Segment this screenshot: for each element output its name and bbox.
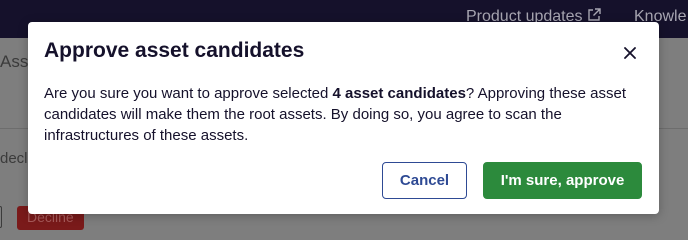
- external-link-icon: [587, 8, 601, 21]
- dialog-message-prefix: Are you sure you want to approve selecte…: [44, 85, 333, 102]
- background-filter-text: decl: [0, 150, 28, 167]
- cancel-button[interactable]: Cancel: [382, 162, 467, 199]
- dialog-title: Approve asset candidates: [44, 39, 305, 62]
- approve-button[interactable]: I'm sure, approve: [483, 162, 642, 199]
- dialog-message: Are you sure you want to approve selecte…: [44, 83, 644, 146]
- background-row-checkbox: [0, 206, 2, 228]
- approve-asset-candidates-dialog: Approve asset candidates Are you sure yo…: [28, 22, 659, 214]
- dialog-message-count: 4 asset candidates: [332, 85, 466, 102]
- background-page-heading: Ass: [0, 52, 29, 71]
- close-icon[interactable]: [622, 45, 638, 61]
